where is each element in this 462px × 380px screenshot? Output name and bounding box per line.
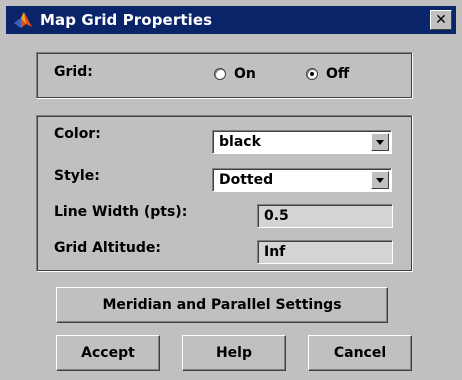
line-width-label: Line Width (pts): xyxy=(54,204,188,220)
chevron-down-icon[interactable] xyxy=(371,133,389,151)
close-icon: ✕ xyxy=(435,12,447,28)
altitude-label: Grid Altitude: xyxy=(54,240,161,256)
radio-selected-icon xyxy=(306,68,318,80)
chevron-down-icon[interactable] xyxy=(371,171,389,189)
dialog-window: Map Grid Properties ✕ Grid: On Off Color… xyxy=(0,0,462,380)
grid-label: Grid: xyxy=(54,64,93,80)
line-width-field[interactable]: 0.5 xyxy=(257,204,393,228)
style-label: Style: xyxy=(54,168,100,184)
color-label: Color: xyxy=(54,126,101,142)
help-button[interactable]: Help xyxy=(182,335,286,371)
window-title: Map Grid Properties xyxy=(40,11,213,29)
altitude-field[interactable]: Inf xyxy=(257,240,393,264)
title-bar[interactable]: Map Grid Properties ✕ xyxy=(6,6,456,34)
radio-off-icon xyxy=(214,68,226,80)
color-dropdown[interactable]: black xyxy=(212,130,392,154)
style-dropdown[interactable]: Dotted xyxy=(212,168,392,192)
grid-off-label: Off xyxy=(326,66,350,82)
close-button[interactable]: ✕ xyxy=(430,10,452,30)
grid-off-radio[interactable]: Off xyxy=(306,66,349,82)
matlab-logo-icon xyxy=(12,9,34,31)
grid-on-label: On xyxy=(234,66,256,82)
accept-button[interactable]: Accept xyxy=(56,335,160,371)
meridian-parallel-settings-button[interactable]: Meridian and Parallel Settings xyxy=(56,287,388,323)
color-value: black xyxy=(219,134,261,150)
grid-on-radio[interactable]: On xyxy=(214,66,256,82)
style-value: Dotted xyxy=(219,172,274,188)
cancel-button[interactable]: Cancel xyxy=(308,335,412,371)
